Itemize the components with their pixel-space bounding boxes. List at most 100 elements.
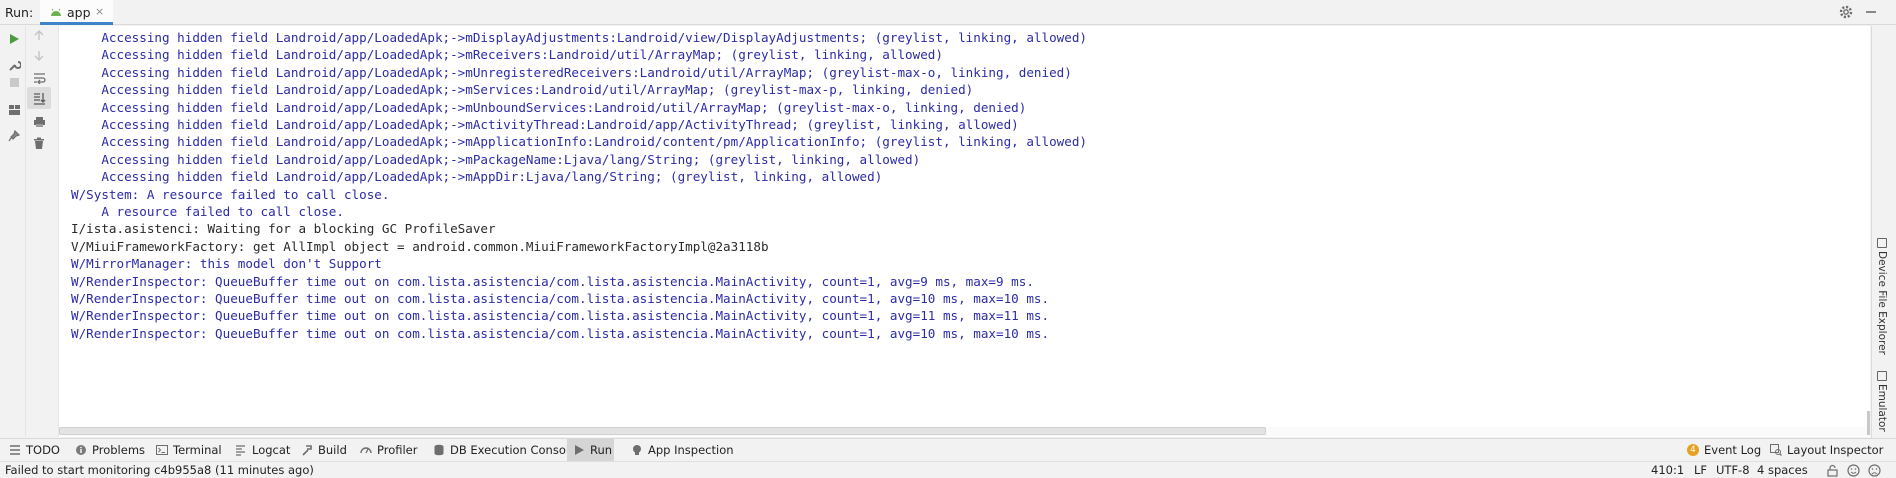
console-line: Accessing hidden field Landroid/app/Load…	[71, 30, 1087, 45]
sad-face-icon[interactable]	[1868, 464, 1881, 477]
tool-app-inspection[interactable]: App Inspection	[631, 439, 734, 461]
layout-button[interactable]	[4, 100, 24, 120]
gauge-icon	[360, 447, 372, 454]
android-icon	[51, 8, 61, 16]
stop-icon	[9, 77, 19, 87]
tool-layout-inspector[interactable]: Layout Inspector	[1770, 439, 1883, 461]
device-file-explorer-label: Device File Explorer	[1876, 251, 1888, 355]
minimize-icon[interactable]	[1864, 4, 1878, 20]
tool-build-label: Build	[318, 443, 347, 457]
database-icon	[434, 444, 444, 456]
console-line: W/RenderInspector: QueueBuffer time out …	[71, 325, 1050, 341]
tool-app-inspection-label: App Inspection	[648, 443, 734, 457]
emulator-label: Emulator	[1876, 384, 1888, 432]
tool-todo-label: TODO	[26, 443, 60, 457]
tool-build[interactable]: Build	[301, 439, 347, 461]
hammer-icon	[302, 445, 312, 456]
soft-wrap-button[interactable]	[29, 68, 49, 88]
logcat-icon	[236, 445, 245, 456]
console-output[interactable]: Accessing hidden field Landroid/app/Load…	[58, 26, 1870, 437]
soft-wrap-icon	[33, 73, 46, 84]
list-icon	[10, 445, 20, 455]
console-line: Accessing hidden field Landroid/app/Load…	[71, 47, 943, 63]
arrow-up-icon	[34, 30, 44, 40]
console-line: Accessing hidden field Landroid/app/Load…	[71, 117, 1019, 132]
tool-window-bar: TODO Problems Terminal Logcat Build Prof…	[0, 438, 1896, 461]
next-occurrence-button[interactable]	[29, 46, 49, 66]
pin-button[interactable]	[4, 126, 24, 146]
rerun-button[interactable]	[4, 29, 24, 49]
clear-all-button[interactable]	[29, 133, 49, 153]
tool-terminal[interactable]: Terminal	[156, 439, 222, 461]
device-file-explorer-tab[interactable]: Device File Explorer	[1876, 238, 1888, 355]
gear-icon[interactable]	[1838, 4, 1854, 20]
tool-logcat-label: Logcat	[252, 443, 291, 457]
tool-problems-label: Problems	[92, 443, 146, 457]
tool-terminal-label: Terminal	[173, 443, 222, 457]
tool-run-label: Run	[590, 443, 613, 457]
info-icon	[76, 445, 86, 455]
horizontal-scrollbar[interactable]	[59, 427, 1266, 435]
layout-icon	[8, 105, 20, 115]
layout-inspector-icon	[1770, 444, 1782, 456]
run-label: Run:	[5, 5, 34, 20]
vertical-scrollbar[interactable]	[1867, 411, 1870, 435]
device-icon	[1877, 238, 1887, 248]
tool-profiler[interactable]: Profiler	[360, 439, 418, 461]
lock-icon[interactable]	[1826, 464, 1839, 477]
status-message[interactable]: Failed to start monitoring c4b955a8 (11 …	[5, 463, 314, 477]
console-line: A resource failed to call close.	[71, 204, 344, 219]
tool-db-execution-console-label: DB Execution Console	[450, 443, 577, 457]
scroll-to-end-button[interactable]	[27, 87, 51, 109]
wrench-icon	[8, 60, 21, 71]
run-tool-icon	[575, 445, 584, 455]
tool-profiler-label: Profiler	[377, 443, 418, 457]
tool-logcat[interactable]: Logcat	[235, 439, 290, 461]
tab-app[interactable]: app ×	[40, 0, 113, 25]
console-line: W/RenderInspector: QueueBuffer time out …	[71, 273, 1034, 289]
emulator-icon	[1877, 371, 1887, 381]
console-line: W/RenderInspector: QueueBuffer time out …	[71, 308, 1050, 324]
console-line: Accessing hidden field Landroid/app/Load…	[71, 82, 974, 98]
emulator-tab[interactable]: Emulator	[1876, 371, 1888, 432]
terminal-icon	[156, 445, 168, 455]
scroll-to-end-icon	[33, 92, 45, 105]
run-icon	[10, 34, 19, 44]
run-tab-bar: Run: app ×	[0, 0, 1896, 25]
line-separator[interactable]: LF	[1694, 463, 1707, 477]
event-log-badge: 4	[1687, 444, 1699, 456]
toolbar-divider	[25, 26, 26, 436]
arrow-down-icon	[34, 51, 44, 61]
previous-occurrence-button[interactable]	[29, 25, 49, 45]
console-line: Accessing hidden field Landroid/app/Load…	[71, 151, 921, 167]
tab-label: app	[67, 5, 91, 20]
indent-setting[interactable]: 4 spaces	[1757, 463, 1808, 477]
tool-todo[interactable]: TODO	[9, 439, 60, 461]
print-icon	[33, 117, 45, 127]
run-toolbar	[0, 26, 57, 438]
happy-face-icon[interactable]	[1847, 464, 1860, 477]
tool-run[interactable]: Run	[567, 439, 614, 461]
console-line: Accessing hidden field Landroid/app/Load…	[71, 99, 1027, 115]
console-line: Accessing hidden field Landroid/app/Load…	[71, 134, 1087, 150]
file-encoding[interactable]: UTF-8	[1716, 463, 1750, 477]
caret-position[interactable]: 410:1	[1651, 463, 1684, 477]
stop-button[interactable]	[4, 72, 24, 92]
print-button[interactable]	[29, 112, 49, 132]
console-line: W/MirrorManager: this model don't Suppor…	[71, 256, 382, 272]
console-line: I/ista.asistenci: Waiting for a blocking…	[71, 221, 496, 237]
tool-layout-inspector-label: Layout Inspector	[1787, 443, 1884, 457]
status-bar: Failed to start monitoring c4b955a8 (11 …	[0, 461, 1896, 478]
trash-icon	[34, 137, 44, 149]
console-line: Accessing hidden field Landroid/app/Load…	[71, 64, 1072, 80]
console-line: V/MiuiFrameworkFactory: get AllImpl obje…	[71, 238, 769, 254]
tool-problems[interactable]: Problems	[75, 439, 145, 461]
tool-db-execution-console[interactable]: DB Execution Console	[433, 439, 576, 461]
close-icon[interactable]: ×	[95, 5, 104, 18]
tool-event-log-label: Event Log	[1704, 443, 1762, 457]
pin-icon	[8, 130, 20, 142]
console-line: W/System: A resource failed to call clos…	[71, 186, 390, 202]
tool-event-log[interactable]: 4 Event Log	[1687, 439, 1761, 461]
console-line: W/RenderInspector: QueueBuffer time out …	[71, 291, 1050, 306]
console-line: Accessing hidden field Landroid/app/Load…	[71, 169, 883, 185]
